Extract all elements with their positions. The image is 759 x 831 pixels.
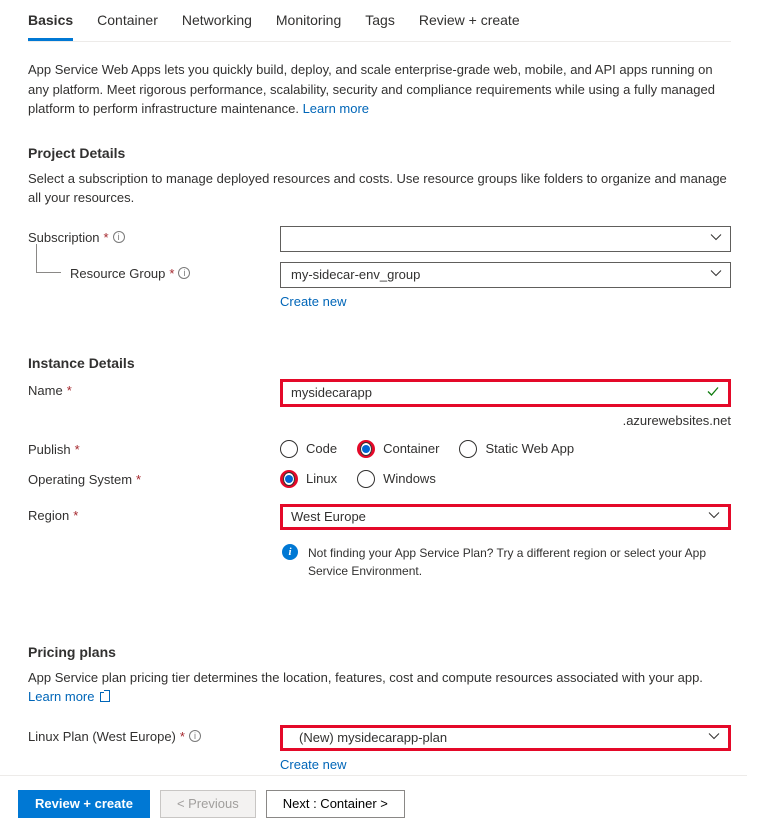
name-suffix: .azurewebsites.net: [280, 413, 731, 428]
publish-option-code[interactable]: Code: [280, 440, 337, 458]
check-icon: [706, 384, 720, 401]
review-create-button[interactable]: Review + create: [18, 790, 150, 818]
publish-option-container[interactable]: Container: [357, 440, 439, 458]
region-info-box: i Not finding your App Service Plan? Try…: [280, 544, 731, 580]
resource-group-dropdown[interactable]: my-sidecar-env_group: [280, 262, 731, 288]
os-label: Operating System *: [28, 468, 280, 487]
os-option-windows[interactable]: Windows: [357, 470, 436, 488]
tab-monitoring[interactable]: Monitoring: [276, 4, 341, 41]
tab-tags[interactable]: Tags: [365, 4, 395, 41]
region-dropdown[interactable]: West Europe: [280, 504, 731, 530]
resource-group-label: Resource Group * i: [28, 262, 280, 281]
tab-networking[interactable]: Networking: [182, 4, 252, 41]
pricing-desc: App Service plan pricing tier determines…: [28, 668, 731, 707]
tabs-container: Basics Container Networking Monitoring T…: [28, 4, 731, 42]
pricing-title: Pricing plans: [28, 644, 731, 660]
resource-group-create-new-link[interactable]: Create new: [280, 294, 346, 309]
name-input[interactable]: mysidecarapp: [280, 379, 731, 407]
pricing-learn-more-link[interactable]: Learn more: [28, 689, 110, 704]
chevron-down-icon: [710, 231, 722, 246]
subscription-label: Subscription * i: [28, 226, 280, 245]
intro-text: App Service Web Apps lets you quickly bu…: [28, 60, 731, 119]
linux-plan-dropdown[interactable]: (New) mysidecarapp-plan: [280, 725, 731, 751]
previous-button: < Previous: [160, 790, 256, 818]
info-icon: i: [282, 544, 298, 560]
chevron-down-icon: [710, 267, 722, 282]
info-icon[interactable]: i: [189, 730, 201, 742]
info-icon[interactable]: i: [113, 231, 125, 243]
project-details-desc: Select a subscription to manage deployed…: [28, 169, 731, 208]
os-option-linux[interactable]: Linux: [280, 470, 337, 488]
chevron-down-icon: [708, 730, 720, 745]
tab-container[interactable]: Container: [97, 4, 158, 41]
tab-basics[interactable]: Basics: [28, 4, 73, 41]
instance-details-title: Instance Details: [28, 355, 731, 371]
intro-learn-more-link[interactable]: Learn more: [303, 101, 369, 116]
region-label: Region *: [28, 504, 280, 523]
project-details-title: Project Details: [28, 145, 731, 161]
tab-review-create[interactable]: Review + create: [419, 4, 520, 41]
publish-label: Publish *: [28, 438, 280, 457]
info-icon[interactable]: i: [178, 267, 190, 279]
linux-plan-label: Linux Plan (West Europe) * i: [28, 725, 280, 744]
name-label: Name *: [28, 379, 280, 398]
footer-bar: Review + create < Previous Next : Contai…: [0, 775, 747, 831]
external-link-icon: [100, 692, 110, 702]
plan-create-new-link[interactable]: Create new: [280, 757, 346, 772]
publish-option-static-web-app[interactable]: Static Web App: [459, 440, 574, 458]
next-button[interactable]: Next : Container >: [266, 790, 405, 818]
subscription-dropdown[interactable]: [280, 226, 731, 252]
chevron-down-icon: [708, 509, 720, 524]
